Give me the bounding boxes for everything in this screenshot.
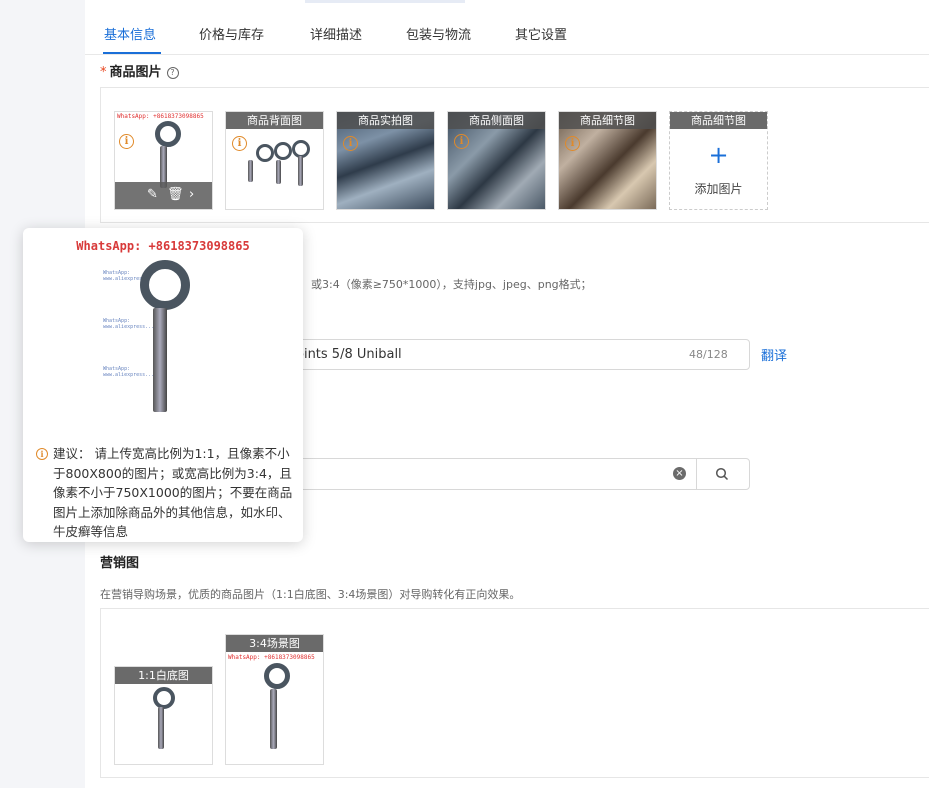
rod-end-eye [140, 260, 190, 310]
search-icon [715, 467, 729, 481]
tab-packaging[interactable]: 包装与物流 [406, 24, 471, 43]
faint-watermark: WhatsApp: www.aliexpress... [103, 366, 155, 378]
tab-description[interactable]: 详细描述 [310, 24, 362, 43]
active-tab-indicator [103, 52, 161, 54]
tab-bar: 基本信息 价格与库存 详细描述 包装与物流 其它设置 [85, 10, 929, 55]
watermark-text: WhatsApp: +8618373098865 [228, 654, 315, 661]
question-circle-icon[interactable]: ? [166, 67, 179, 79]
rod-end-shaft [248, 160, 253, 182]
info-icon: i [343, 136, 358, 151]
product-image-side[interactable]: 商品侧面图 i [447, 111, 546, 210]
rod-end-eye [274, 142, 292, 160]
product-image-real[interactable]: 商品实拍图 i [336, 111, 435, 210]
add-image-tile[interactable]: 商品细节图 + 添加图片 [669, 111, 768, 210]
edit-icon[interactable]: ✎ [147, 188, 158, 202]
rod-end-eye [153, 687, 175, 709]
chevron-right-icon[interactable]: › [189, 188, 194, 202]
add-image-label: 添加图片 [694, 182, 743, 196]
image-hint-text: 或3:4（像素≥750*1000），支持jpg、jpeg、png格式； [311, 278, 592, 291]
tab-other-settings[interactable]: 其它设置 [515, 24, 567, 43]
image-label: 商品细节图 [559, 112, 656, 129]
image-label: 商品背面图 [226, 112, 323, 129]
product-image-main[interactable]: WhatsApp: +8618373098865 i ✎ 🗑 › [114, 111, 213, 210]
info-icon: i [565, 136, 580, 151]
rod-end-shaft [298, 156, 303, 186]
char-count: 48/128 [689, 348, 728, 361]
popover-watermark: WhatsApp: +8618373098865 [76, 239, 250, 253]
marketing-title: 营销图 [100, 556, 140, 571]
image-label: 商品实拍图 [337, 112, 434, 129]
required-mark: * [100, 65, 107, 80]
tab-price-stock[interactable]: 价格与库存 [199, 24, 264, 43]
product-images-title: * 商品图片? [100, 61, 179, 80]
product-images-panel: WhatsApp: +8618373098865 i ✎ 🗑 › 商品背面图 i… [100, 87, 929, 223]
rod-end-shaft [158, 707, 164, 749]
title-input[interactable]: oints 5/8 Uniball 48/128 [290, 339, 750, 370]
marketing-image-white-bg[interactable]: 1:1白底图 [114, 666, 213, 765]
translate-link[interactable]: 翻译 [761, 345, 787, 364]
rod-end-shaft [153, 308, 167, 412]
title-input-value: oints 5/8 Uniball [296, 347, 402, 362]
rod-end-shaft [270, 689, 277, 749]
search-input[interactable]: × [290, 458, 750, 490]
image-label: 1:1白底图 [115, 667, 212, 684]
info-icon: i [119, 134, 134, 149]
image-label: 3:4场景图 [226, 635, 323, 652]
watermark-text: WhatsApp: +8618373098865 [117, 113, 204, 120]
image-action-bar: ✎ 🗑 › [115, 182, 212, 209]
product-images-title-text: 商品图片 [109, 65, 162, 80]
rod-end-eye [155, 121, 181, 147]
delete-icon[interactable]: 🗑 [167, 188, 184, 202]
image-label: 商品细节图 [670, 112, 767, 129]
top-strip [305, 0, 465, 3]
product-image-back[interactable]: 商品背面图 i [225, 111, 324, 210]
info-icon: i [454, 134, 469, 149]
marketing-description: 在营销导购场景，优质的商品图片（1:1白底图、3:4场景图）对导购转化有正向效果… [100, 588, 521, 601]
info-icon: i [36, 448, 48, 460]
marketing-images-panel: 1:1白底图 3:4场景图 WhatsApp: +8618373098865 [100, 608, 929, 778]
info-icon: i [232, 136, 247, 151]
clear-icon[interactable]: × [673, 467, 686, 480]
popover-advice-text: 建议： 请上传宽高比例为1:1，且像素不小于800X800的图片；或宽高比例为3… [53, 446, 293, 539]
popover-product-image: WhatsApp: www.aliexpress... WhatsApp: www.… [98, 258, 228, 418]
rod-end-eye [256, 144, 274, 162]
product-image-detail[interactable]: 商品细节图 i [558, 111, 657, 210]
image-label: 商品侧面图 [448, 112, 545, 129]
plus-icon: + [708, 141, 729, 169]
faint-watermark: WhatsApp: www.aliexpress... [103, 318, 155, 330]
search-button[interactable] [696, 459, 750, 489]
image-tips-popover: WhatsApp: +8618373098865 WhatsApp: www.al… [23, 228, 303, 542]
rod-end-shaft [276, 160, 281, 184]
tab-basic-info[interactable]: 基本信息 [104, 24, 156, 43]
marketing-image-scene[interactable]: 3:4场景图 WhatsApp: +8618373098865 [225, 634, 324, 765]
rod-end-eye [264, 663, 290, 689]
